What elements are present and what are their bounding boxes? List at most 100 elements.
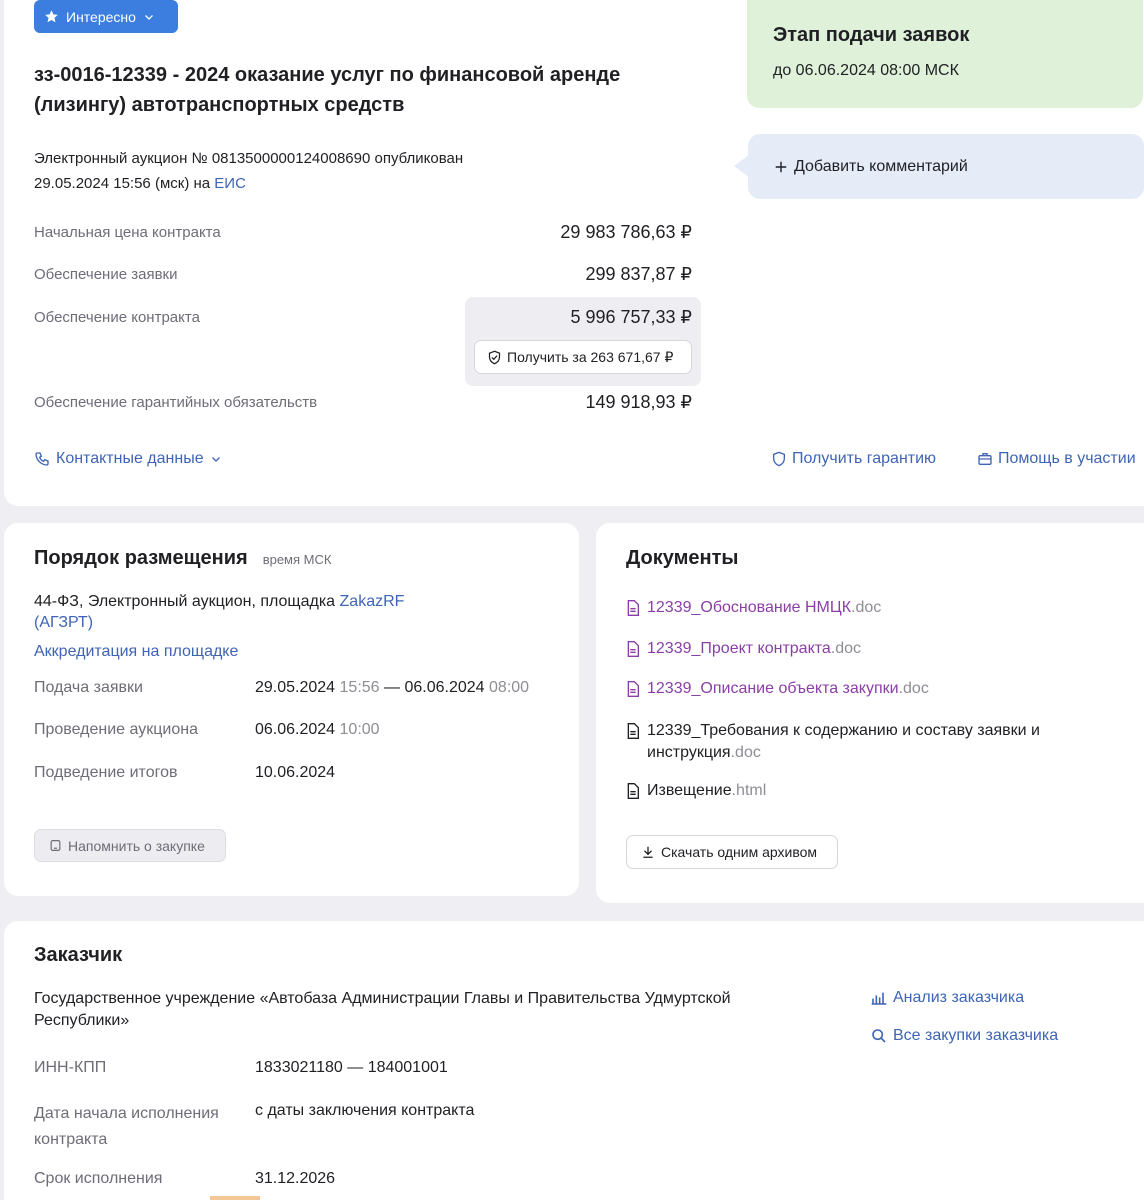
label-line: Дата начала исполнения [34,1105,219,1122]
get-guarantee-link[interactable]: Получить гарантию [771,450,936,468]
schedule-value-bid: 29.05.2024 15:56 — 06.06.2024 08:00 [255,679,529,697]
customer-label-inn: ИНН-КПП [34,1059,107,1076]
schedule-value-auction: 06.06.2024 10:00 [255,721,380,739]
customer-label-term: Срок исполнения [34,1170,163,1187]
publication-info: Электронный аукцион № 081350000012400869… [34,146,634,196]
document-name: 12339_Обоснование НМЦК [647,599,852,616]
document-item[interactable]: 12339_Требования к содержанию и составу … [626,720,1096,764]
price-value-bid: 299 837,87 ₽ [585,264,692,284]
customer-name-line-1: Государственное учреждение «Автобаза Адм… [34,990,731,1007]
shield-check-icon [487,350,502,365]
download-archive-label: Скачать одним архивом [661,844,818,860]
eis-link[interactable]: ЕИС [214,175,246,192]
help-participation-link[interactable]: Помощь в участии [977,450,1144,468]
search-icon [871,1028,887,1044]
law-text: 44-ФЗ, Электронный аукцион, площадка [34,593,336,610]
customer-name: Государственное учреждение «Автобаза Адм… [34,988,794,1032]
separator: — [384,679,401,696]
price-label-contract: Обеспечение контракта [34,309,200,326]
label-line: контракта [34,1131,108,1148]
schedule-value-results: 10.06.2024 [255,764,336,781]
date: 29.05.2024 [255,679,336,696]
document-item[interactable]: 12339_Описание объекта закупки.doc [626,680,929,698]
download-archive-button[interactable]: Скачать одним архивом [626,835,838,869]
document-name: 12339_Проект контракта [647,640,831,657]
stage-deadline: до 06.06.2024 08:00 МСК [773,62,959,79]
phone-icon [34,451,50,467]
add-comment-label: Добавить комментарий [794,157,968,175]
document-item[interactable]: 12339_Проект контракта.doc [626,640,861,658]
remind-label: Напомнить о закупке [68,837,205,854]
customer-purchases-link[interactable]: Все закупки заказчика [871,1027,1058,1045]
publication-line-1: Электронный аукцион № 081350000012400869… [34,150,464,167]
add-comment-button[interactable]: Добавить комментарий [748,134,1144,199]
customer-label-start: Дата начала исполнения контракта [34,1101,219,1153]
customer-value-term: 31.12.2026 [255,1170,336,1187]
document-ext: .html [731,782,767,799]
file-icon [626,723,640,739]
price-value-contract: 5 996 757,33 ₽ [570,307,692,327]
stage-box [747,0,1143,108]
publication-line-2: 29.05.2024 15:56 (мск) на [34,175,211,192]
document-ext: .doc [851,599,882,616]
platform-link[interactable]: ZakazRF [340,593,405,610]
calendar-icon [49,839,62,852]
price-value-warranty: 149 918,93 ₽ [585,392,692,412]
bar-chart-icon [871,991,887,1005]
stage-title: Этап подачи заявок [773,24,970,46]
purchase-title: зз-0016-12339 - 2024 оказание услуг по ф… [34,64,621,116]
document-item[interactable]: Извещение.html [626,782,766,800]
document-ext: .doc [898,680,929,697]
document-ext: .doc [830,640,862,657]
interesting-label: Интересно [66,8,136,25]
time: 15:56 [339,679,380,696]
price-label-bid: Обеспечение заявки [34,266,178,283]
accreditation-link[interactable]: Аккредитация на площадке [34,643,238,661]
help-participation-label: Помощь в участии [998,450,1136,467]
document-name: Извещение [647,782,732,799]
date: 06.06.2024 [255,721,336,738]
customer-name-line-2: Республики» [34,1012,130,1029]
contacts-label: Контактные данные [56,450,204,467]
schedule-label-bid: Подача заявки [34,679,143,696]
customer-value-start: с даты заключения контракта [255,1102,475,1119]
customer-analysis-label: Анализ заказчика [893,989,1025,1006]
file-icon [626,641,640,657]
get-guarantee-label: Получить за 263 671,67 ₽ [507,348,674,365]
file-icon [626,681,640,697]
price-label-initial: Начальная цена контракта [34,224,221,241]
plus-icon [774,160,788,174]
get-guarantee-button[interactable]: Получить за 263 671,67 ₽ [474,340,692,374]
date: 06.06.2024 [404,679,485,696]
shield-icon [771,451,787,467]
time: 08:00 [489,679,530,696]
remind-button[interactable]: Напомнить о закупке [34,829,226,862]
document-item[interactable]: 12339_Обоснование НМЦК.doc [626,599,881,617]
customer-title: Заказчик [34,944,123,966]
platform-link-agzrt[interactable]: (АГЗРТ) [34,614,93,631]
document-name-cont: инструкция [647,744,731,761]
customer-card [4,921,1144,1200]
time: 10:00 [339,721,380,738]
customer-purchases-label: Все закупки заказчика [893,1027,1059,1044]
documents-title: Документы [626,547,739,569]
document-name: 12339_Описание объекта закупки [647,680,899,697]
contacts-toggle[interactable]: Контактные данные [34,450,222,468]
placement-law: 44-ФЗ, Электронный аукцион, площадка Zak… [34,591,454,633]
download-icon [641,845,655,859]
schedule-label-results: Подведение итогов [34,764,178,781]
price-label-warranty: Обеспечение гарантийных обязательств [34,394,318,411]
file-icon [626,600,640,616]
price-value-initial: 29 983 786,63 ₽ [560,222,692,242]
customer-analysis-link[interactable]: Анализ заказчика [871,989,1024,1007]
chevron-down-icon [143,11,155,23]
chevron-down-icon [210,453,222,465]
document-name: 12339_Требования к содержанию и составу … [647,722,1040,739]
placement-title: Порядок размещения [34,547,248,569]
timezone-note: время МСК [262,552,332,567]
file-icon [626,783,640,799]
get-guarantee-link-label: Получить гарантию [792,450,937,467]
schedule-label-auction: Проведение аукциона [34,721,198,738]
bottom-indicator [210,1196,260,1200]
interesting-button[interactable]: Интересно [34,0,178,33]
